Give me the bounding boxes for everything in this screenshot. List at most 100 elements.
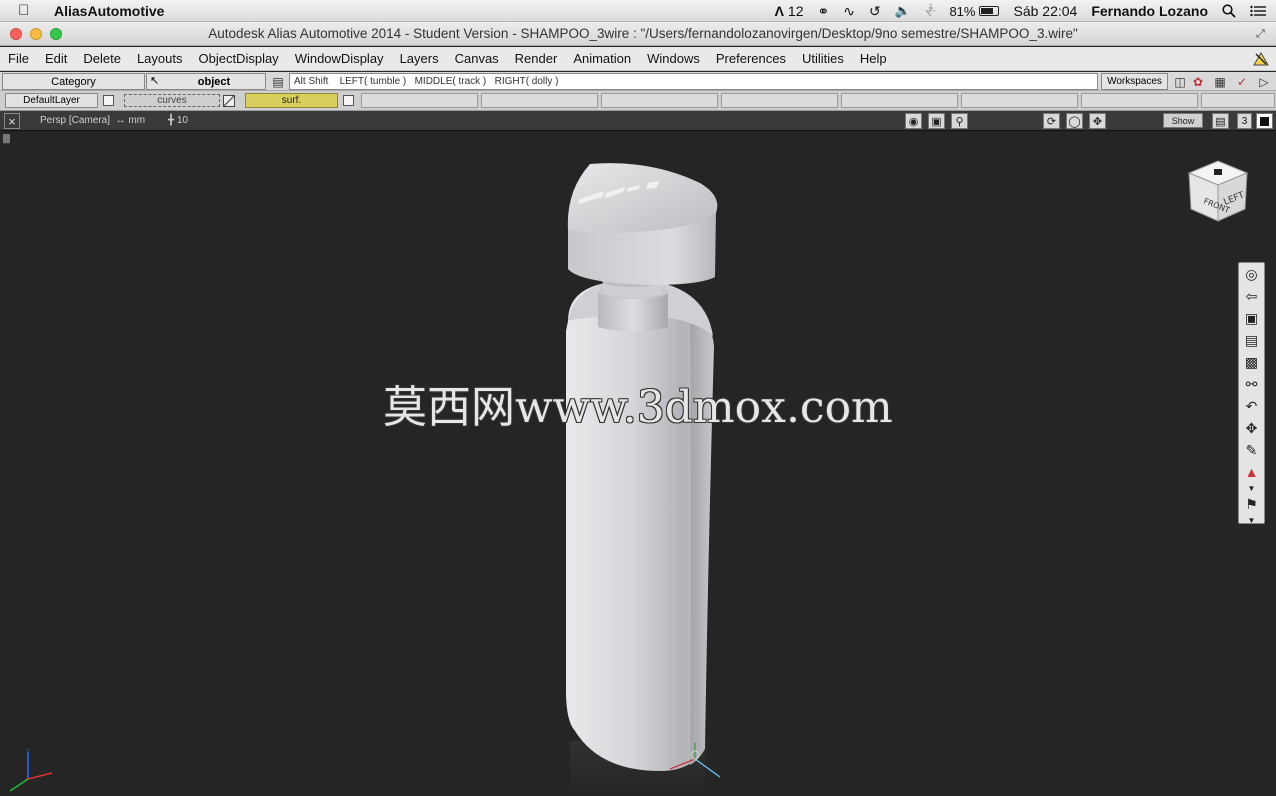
- camera-icon[interactable]: ▲: [1239, 461, 1264, 483]
- menu-help[interactable]: Help: [852, 51, 895, 66]
- orbit-icon[interactable]: ⚯: [1239, 373, 1264, 395]
- minimize-window-button[interactable]: [30, 27, 42, 40]
- adobe-count: 12: [787, 3, 804, 19]
- prompt-history-icon[interactable]: ▤: [270, 74, 286, 89]
- grid-icon: ╋: [168, 115, 175, 126]
- notification-center-icon[interactable]: [1250, 5, 1266, 17]
- empty-layer-slot[interactable]: [841, 93, 958, 108]
- menu-delete[interactable]: Delete: [75, 51, 129, 66]
- bookmark-icon[interactable]: ⚑: [1239, 493, 1264, 515]
- empty-layer-slot[interactable]: [1081, 93, 1198, 108]
- menu-utilities[interactable]: Utilities: [794, 51, 852, 66]
- default-layer-visibility-checkbox[interactable]: [103, 95, 114, 106]
- pan-icon[interactable]: ✥: [1239, 417, 1264, 439]
- layout-number[interactable]: 3: [1237, 113, 1252, 129]
- zoom-icon[interactable]: ⚲: [951, 113, 968, 129]
- menu-render[interactable]: Render: [507, 51, 566, 66]
- perspective-viewport[interactable]: ▇ 莫西网www.3dmox.com FRONT LEFT ◎ ⇦ ▣ ▤ ▩ …: [0, 131, 1276, 796]
- creative-cloud-icon[interactable]: ⚭: [817, 3, 829, 20]
- menu-windows[interactable]: Windows: [639, 51, 708, 66]
- menu-canvas[interactable]: Canvas: [447, 51, 507, 66]
- track-icon[interactable]: ◯: [1066, 113, 1083, 129]
- close-window-button[interactable]: [10, 27, 22, 40]
- maximize-viewport-icon[interactable]: [1256, 113, 1273, 129]
- object-label: object: [197, 75, 231, 88]
- camera-icon[interactable]: ▣: [928, 113, 945, 129]
- tool-icon[interactable]: ✓: [1234, 74, 1250, 89]
- empty-layer-slot[interactable]: [961, 93, 1078, 108]
- menu-preferences[interactable]: Preferences: [708, 51, 794, 66]
- navigation-bar: ◎ ⇦ ▣ ▤ ▩ ⚯ ↶ ✥ ✎ ▲ ▼ ⚑ ▼: [1238, 262, 1265, 525]
- category-label: Category: [51, 75, 96, 88]
- spotlight-icon[interactable]: [1222, 4, 1236, 18]
- empty-layer-slot[interactable]: [1201, 93, 1275, 108]
- menu-edit[interactable]: Edit: [37, 51, 75, 66]
- viewport-header: × Persp [Camera] ↔ mm ╋ 10 ◉ ▣ ⚲ ⟳ ◯ ✥ S…: [0, 111, 1276, 131]
- object-pick-button[interactable]: ↖ object: [146, 73, 266, 90]
- previous-view-icon[interactable]: ⇦: [1239, 285, 1264, 307]
- chevron-down-icon[interactable]: ▼: [1239, 515, 1264, 525]
- adobe-icon[interactable]: Λ 12: [775, 3, 804, 19]
- menu-animation[interactable]: Animation: [565, 51, 639, 66]
- viewcube[interactable]: FRONT LEFT: [1185, 159, 1251, 229]
- window-title: Autodesk Alias Automotive 2014 - Student…: [208, 26, 1078, 41]
- empty-layer-slot[interactable]: [481, 93, 598, 108]
- clock[interactable]: Sáb 22:04: [1013, 3, 1077, 19]
- camera-name: Persp [Camera]: [40, 115, 111, 126]
- mac-app-name[interactable]: AliasAutomotive: [54, 3, 164, 19]
- empty-layer-slot[interactable]: [721, 93, 838, 108]
- bluetooth-icon[interactable]: ᙻ: [925, 3, 936, 20]
- watermark-text: 莫西网www.3dmox.com: [383, 382, 893, 433]
- menu-windowdisplay[interactable]: WindowDisplay: [287, 51, 392, 66]
- grid-size-label: 10: [176, 115, 188, 126]
- paint-icon[interactable]: ✿: [1190, 74, 1206, 89]
- surf-layer[interactable]: surf.: [245, 93, 338, 108]
- zoom-extents-icon[interactable]: ◎: [1239, 263, 1264, 285]
- surf-layer-checkbox[interactable]: [343, 95, 354, 106]
- battery-icon: [979, 6, 1000, 16]
- default-layer-label: DefaultLayer: [23, 95, 80, 106]
- menu-file[interactable]: File: [0, 51, 37, 66]
- surf-layer-label: surf.: [281, 95, 302, 106]
- fit-selection-icon[interactable]: ▤: [1239, 329, 1264, 351]
- units-arrow-icon: ↔: [112, 115, 129, 126]
- menu-layouts[interactable]: Layouts: [129, 51, 191, 66]
- zoom-window-button[interactable]: [50, 27, 62, 40]
- empty-layer-slot[interactable]: [601, 93, 718, 108]
- curves-layer-checkbox[interactable]: [223, 95, 235, 107]
- user-name[interactable]: Fernando Lozano: [1091, 3, 1208, 19]
- fullscreen-icon[interactable]: ⤢: [1256, 28, 1268, 40]
- empty-layer-slot[interactable]: [361, 93, 478, 108]
- undo-view-icon[interactable]: ↶: [1239, 395, 1264, 417]
- tumble-icon[interactable]: ⟳: [1043, 113, 1060, 129]
- hotbox-icon[interactable]: [1252, 50, 1270, 68]
- shampoo-bottle-model[interactable]: [0, 131, 1276, 796]
- render-view-icon[interactable]: ▣: [1239, 307, 1264, 329]
- dolly-icon[interactable]: ✥: [1089, 113, 1106, 129]
- camera-record-icon[interactable]: ◉: [905, 113, 922, 129]
- time-machine-icon[interactable]: ↺: [869, 3, 881, 20]
- volume-icon[interactable]: 🔈: [895, 3, 911, 19]
- window-layout-icon[interactable]: ▤: [1212, 113, 1229, 129]
- menu-layers[interactable]: Layers: [392, 51, 447, 66]
- apple-icon[interactable]: : [18, 2, 40, 19]
- grid-snap-icon[interactable]: ▦: [1212, 74, 1228, 89]
- curves-layer[interactable]: curves: [124, 94, 220, 107]
- show-button[interactable]: Show: [1163, 113, 1203, 128]
- wifi-icon[interactable]: ∿: [843, 3, 855, 20]
- workspaces-button[interactable]: Workspaces: [1101, 73, 1168, 90]
- menu-objectdisplay[interactable]: ObjectDisplay: [190, 51, 286, 66]
- default-layer[interactable]: DefaultLayer: [5, 93, 98, 108]
- macos-menubar:  AliasAutomotive Λ 12 ⚭ ∿ ↺ 🔈 ᙻ 81% Sáb…: [0, 0, 1276, 22]
- shelf-icon[interactable]: ◫: [1172, 74, 1188, 89]
- chevron-down-icon[interactable]: ▼: [1239, 483, 1264, 493]
- expand-right-icon[interactable]: ▷: [1256, 74, 1272, 89]
- prompt-line: Alt Shift LEFT( tumble ) MIDDLE( track )…: [289, 73, 1098, 90]
- palette-row: Category ↖ object ▤ Alt Shift LEFT( tumb…: [0, 72, 1276, 91]
- look-at-icon[interactable]: ✎: [1239, 439, 1264, 461]
- category-button[interactable]: Category: [2, 73, 145, 90]
- close-viewport-icon[interactable]: ×: [4, 113, 20, 129]
- pick-arrow-icon: ↖: [150, 75, 160, 87]
- fit-all-icon[interactable]: ▩: [1239, 351, 1264, 373]
- battery-status[interactable]: 81%: [949, 4, 1000, 19]
